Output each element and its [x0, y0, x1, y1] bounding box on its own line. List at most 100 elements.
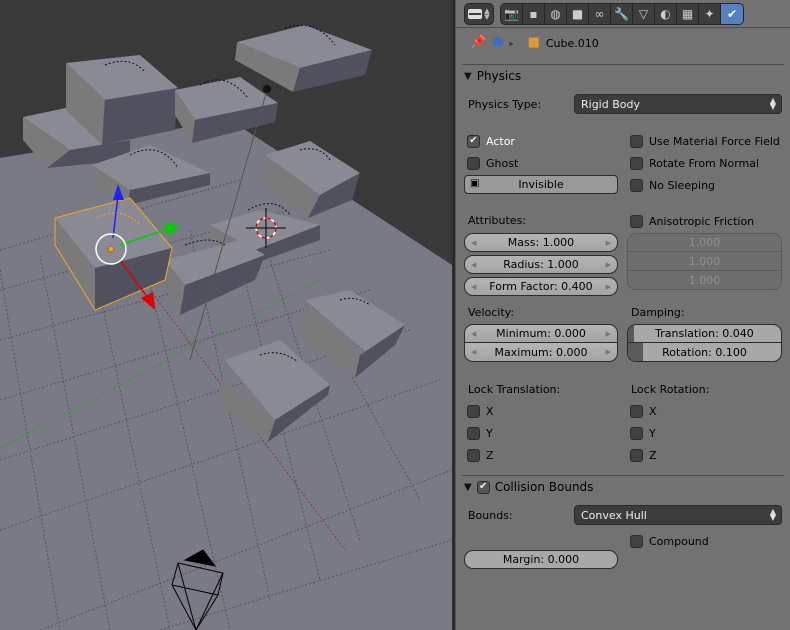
- checkbox-box: [630, 404, 643, 418]
- cube-object: [175, 77, 278, 143]
- collision-bounds-checkbox[interactable]: ✔: [476, 480, 490, 494]
- tab-object[interactable]: ■: [567, 4, 589, 24]
- lock-translation-y-checkbox[interactable]: Y: [467, 425, 494, 441]
- anisotropic-friction-fields: 1.000 1.000 1.000: [627, 233, 782, 290]
- ghost-checkbox[interactable]: Ghost: [467, 155, 518, 171]
- rotate-from-normal-checkbox[interactable]: Rotate From Normal: [630, 155, 759, 171]
- velocity-minimum-field[interactable]: ◀ Minimum: 0.000 ▶: [464, 324, 618, 343]
- attributes-fields: ◀ Mass: 1.000 ▶ ◀ Radius: 1.000 ▶ ◀ Form Fact…: [464, 233, 618, 296]
- invisible-toggle-button[interactable]: ▣ Invisible: [464, 175, 618, 194]
- physics-type-dropdown[interactable]: Rigid Body ▲ ▼: [574, 94, 782, 114]
- radius-value: Radius: 1.000: [503, 258, 579, 271]
- checkmark-icon: ✔: [467, 134, 480, 148]
- tab-render-layers[interactable]: ▪: [523, 4, 545, 24]
- pin-icon[interactable]: 📌: [470, 36, 486, 50]
- header-separator: [456, 27, 790, 28]
- lock-translation-x-checkbox[interactable]: X: [467, 403, 494, 419]
- decrement-arrow-icon[interactable]: ◀: [471, 348, 476, 356]
- link-icon: ∞: [594, 7, 605, 21]
- anisotropic-friction-checkbox[interactable]: Anisotropic Friction: [630, 213, 754, 229]
- mesh-icon: ▽: [638, 7, 649, 21]
- context-tabs: 📷 ▪ ◍ ■ ∞ 🔧 ▽ ◐ ▦ ✦ ✔: [500, 3, 744, 25]
- decrement-arrow-icon[interactable]: ◀: [471, 283, 476, 291]
- decrement-arrow-icon[interactable]: ◀: [471, 261, 476, 269]
- bounds-dropdown[interactable]: Convex Hull ▲ ▼: [574, 505, 782, 525]
- compound-checkbox[interactable]: Compound: [630, 533, 709, 549]
- world-icon: ◍: [550, 7, 561, 21]
- checkbox-box: [467, 448, 480, 462]
- checkbox-box: [630, 534, 643, 548]
- rotate-from-normal-label: Rotate From Normal: [649, 156, 760, 170]
- breadcrumb: 📌 ⬢ ▸ ■ Cube.010: [470, 36, 599, 50]
- lock-translation-group: X Y Z: [467, 403, 494, 463]
- margin-slider[interactable]: Margin: 0.000: [464, 550, 618, 569]
- tab-modifiers[interactable]: 🔧: [611, 4, 633, 24]
- damping-translation-slider[interactable]: Translation: 0.040: [627, 324, 782, 343]
- tab-constraints[interactable]: ∞: [589, 4, 611, 24]
- empty-object[interactable]: [263, 85, 271, 93]
- tab-world[interactable]: ◍: [545, 4, 567, 24]
- restrict-render-icon: ▣: [470, 178, 480, 189]
- lock-rotation-x-checkbox[interactable]: X: [630, 403, 657, 419]
- physics-icon: ✔: [726, 7, 738, 21]
- no-sleeping-checkbox[interactable]: No Sleeping: [630, 177, 715, 193]
- use-material-force-field-checkbox[interactable]: Use Material Force Field: [630, 133, 780, 149]
- render-layers-icon: ▪: [529, 7, 538, 21]
- form-factor-field[interactable]: ◀ Form Factor: 0.400 ▶: [464, 277, 618, 296]
- margin-value: Margin: 0.000: [502, 553, 580, 566]
- 3d-viewport[interactable]: [0, 0, 452, 630]
- tab-render[interactable]: 📷: [501, 4, 523, 24]
- damping-rotation-slider[interactable]: Rotation: 0.100: [627, 343, 782, 362]
- tab-particles[interactable]: ✦: [699, 4, 721, 24]
- axis-label: Y: [486, 426, 493, 440]
- lock-translation-z-checkbox[interactable]: Z: [467, 447, 494, 463]
- tab-material[interactable]: ◐: [655, 4, 677, 24]
- scene-icon: ⬢: [492, 35, 504, 50]
- lock-translation-label: Lock Translation:: [468, 383, 561, 396]
- cube-icon: ■: [527, 35, 540, 50]
- increment-arrow-icon[interactable]: ▶: [606, 261, 611, 269]
- properties-editor-icon: [468, 9, 483, 19]
- tab-texture[interactable]: ▦: [677, 4, 699, 24]
- lock-rotation-label: Lock Rotation:: [631, 383, 710, 396]
- dropdown-arrows-icon: ▲ ▼: [769, 96, 776, 111]
- lock-rotation-group: X Y Z: [630, 403, 657, 463]
- tab-physics[interactable]: ✔: [721, 4, 743, 24]
- increment-arrow-icon[interactable]: ▶: [606, 239, 611, 247]
- tab-object-data[interactable]: ▽: [633, 4, 655, 24]
- velocity-minimum-value: Minimum: 0.000: [496, 327, 586, 340]
- physics-panel-header[interactable]: ▼ Physics: [464, 69, 521, 83]
- increment-arrow-icon[interactable]: ▶: [606, 348, 611, 356]
- checkbox-box: [467, 404, 480, 418]
- damping-fields: Translation: 0.040 Rotation: 0.100: [627, 324, 782, 362]
- form-factor-value: Form Factor: 0.400: [489, 280, 593, 293]
- velocity-maximum-field[interactable]: ◀ Maximum: 0.000 ▶: [464, 343, 618, 362]
- checkbox-box: [630, 426, 643, 440]
- actor-checkbox[interactable]: ✔ Actor: [467, 133, 515, 149]
- axis-label: X: [486, 404, 494, 418]
- damping-rotation-value: Rotation: 0.100: [662, 345, 747, 359]
- increment-arrow-icon[interactable]: ▶: [606, 283, 611, 291]
- checkbox-box: [467, 426, 480, 440]
- checkbox-box: [630, 156, 643, 170]
- anisotropic-friction-label: Anisotropic Friction: [649, 214, 755, 228]
- lock-rotation-z-checkbox[interactable]: Z: [630, 447, 657, 463]
- slider-fill: [628, 343, 644, 361]
- panel-separator: [462, 475, 784, 476]
- decrement-arrow-icon[interactable]: ◀: [471, 330, 476, 338]
- decrement-arrow-icon[interactable]: ◀: [471, 239, 476, 247]
- damping-translation-value: Translation: 0.040: [655, 327, 754, 340]
- object-name: Cube.010: [545, 36, 599, 50]
- checkbox-box: [467, 156, 480, 170]
- wrench-icon: 🔧: [614, 7, 629, 21]
- mass-field[interactable]: ◀ Mass: 1.000 ▶: [464, 233, 618, 252]
- checkbox-box: [630, 214, 643, 228]
- cube-icon: ■: [571, 7, 584, 21]
- collision-bounds-panel-header[interactable]: ▼ ✔ Collision Bounds: [464, 480, 593, 494]
- ground-plane: [0, 120, 452, 630]
- editor-type-selector[interactable]: ▲ ▼: [464, 3, 494, 25]
- increment-arrow-icon[interactable]: ▶: [606, 330, 611, 338]
- particles-icon: ✦: [704, 7, 715, 21]
- radius-field[interactable]: ◀ Radius: 1.000 ▶: [464, 255, 618, 274]
- lock-rotation-y-checkbox[interactable]: Y: [630, 425, 657, 441]
